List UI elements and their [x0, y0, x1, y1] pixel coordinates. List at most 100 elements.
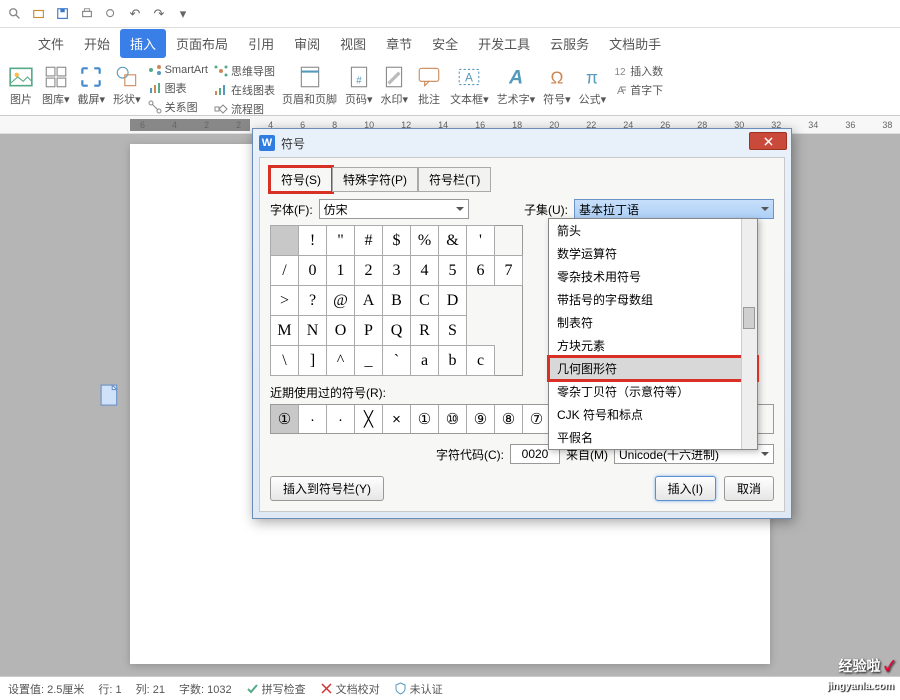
ribbon-insertnum[interactable]: 12插入数: [610, 62, 666, 80]
dialog-titlebar[interactable]: W 符号: [253, 129, 791, 157]
dropdown-item[interactable]: CJK 符号和标点: [549, 403, 757, 426]
ribbon-wordart[interactable]: A艺术字▾: [493, 62, 540, 109]
menu-chapter[interactable]: 章节: [376, 29, 422, 58]
symbol-cell[interactable]: 2: [355, 256, 383, 286]
status-wordcount[interactable]: 字数: 1032: [179, 681, 232, 697]
menu-insert[interactable]: 插入: [120, 29, 166, 58]
symbol-cell[interactable]: 6: [467, 256, 495, 286]
recent-symbol-cell[interactable]: ⑧: [495, 405, 523, 433]
symbol-cell[interactable]: S: [439, 316, 467, 346]
dropdown-item[interactable]: 零杂丁贝符（示意符等）: [549, 380, 757, 403]
dropdown-item[interactable]: 数学运算符: [549, 242, 757, 265]
symbol-cell[interactable]: ?: [299, 286, 327, 316]
symbol-cell[interactable]: N: [299, 316, 327, 346]
recent-symbol-cell[interactable]: ①: [271, 405, 299, 433]
symbol-cell[interactable]: a: [411, 346, 439, 376]
symbol-cell[interactable]: ": [327, 226, 355, 256]
symbol-cell[interactable]: Q: [383, 316, 411, 346]
symbol-cell[interactable]: !: [299, 226, 327, 256]
preview-icon[interactable]: [100, 3, 122, 25]
print-icon[interactable]: [76, 3, 98, 25]
recent-symbol-cell[interactable]: ·: [327, 405, 355, 433]
symbol-cell[interactable]: \: [271, 346, 299, 376]
status-setting[interactable]: 设置值: 2.5厘米: [8, 681, 84, 697]
ribbon-onlinechart[interactable]: 在线图表: [211, 81, 278, 99]
symbol-cell[interactable]: 0: [299, 256, 327, 286]
subset-combo[interactable]: 基本拉丁语: [574, 199, 774, 219]
dropdown-scrollbar[interactable]: [741, 219, 757, 449]
undo-icon[interactable]: ↶: [124, 3, 146, 25]
dropdown-item[interactable]: 带括号的字母数组: [549, 288, 757, 311]
tab-special-chars[interactable]: 特殊字符(P): [332, 167, 418, 192]
symbol-cell[interactable]: ': [467, 226, 495, 256]
menu-dochelper[interactable]: 文档助手: [599, 29, 671, 58]
symbol-cell[interactable]: %: [411, 226, 439, 256]
symbol-cell[interactable]: M: [271, 316, 299, 346]
menu-review[interactable]: 审阅: [284, 29, 330, 58]
symbol-cell[interactable]: A: [355, 286, 383, 316]
recent-symbol-cell[interactable]: ·: [299, 405, 327, 433]
dropdown-item[interactable]: 箭头: [549, 219, 757, 242]
dropdown-item[interactable]: 制表符: [549, 311, 757, 334]
recent-symbol-cell[interactable]: ⑨: [467, 405, 495, 433]
menu-layout[interactable]: 页面布局: [166, 29, 238, 58]
status-proofread[interactable]: 文档校对: [320, 681, 380, 697]
symbol-cell[interactable]: @: [327, 286, 355, 316]
symbol-cell[interactable]: 3: [383, 256, 411, 286]
dropdown-item[interactable]: 几何图形符: [549, 357, 757, 380]
ribbon-chart[interactable]: 图表: [145, 79, 211, 97]
close-button[interactable]: [749, 132, 787, 150]
symbol-cell[interactable]: _: [355, 346, 383, 376]
redo-icon[interactable]: ↷: [148, 3, 170, 25]
dropdown-item[interactable]: 零杂技术用符号: [549, 265, 757, 288]
symbol-cell[interactable]: 7: [495, 256, 523, 286]
ribbon-textbox[interactable]: A文本框▾: [446, 62, 493, 109]
open-icon[interactable]: [28, 3, 50, 25]
symbol-cell[interactable]: #: [355, 226, 383, 256]
ribbon-flowchart[interactable]: 流程图: [211, 100, 278, 116]
recent-symbol-cell[interactable]: ⑦: [523, 405, 551, 433]
ribbon-mindmap[interactable]: 思维导图: [211, 62, 278, 80]
status-row[interactable]: 行: 1: [98, 681, 121, 697]
symbol-cell[interactable]: b: [439, 346, 467, 376]
recent-symbol-cell[interactable]: ⑩: [439, 405, 467, 433]
symbol-cell[interactable]: ]: [299, 346, 327, 376]
ribbon-formula[interactable]: π公式▾: [575, 62, 611, 109]
symbol-cell[interactable]: P: [355, 316, 383, 346]
menu-file[interactable]: 文件: [28, 29, 74, 58]
ribbon-smartart[interactable]: SmartArt: [145, 62, 211, 78]
ribbon-screenshot[interactable]: 截屏▾: [74, 62, 110, 109]
symbol-cell[interactable]: /: [271, 256, 299, 286]
symbol-cell[interactable]: 5: [439, 256, 467, 286]
tab-symbols[interactable]: 符号(S): [270, 167, 332, 192]
ribbon-shapes[interactable]: 形状▾: [109, 62, 145, 109]
dropdown-item[interactable]: 平假名: [549, 426, 757, 449]
ribbon-gallery[interactable]: 图库▾: [38, 62, 74, 109]
symbol-cell[interactable]: >: [271, 286, 299, 316]
symbol-cell[interactable]: &: [439, 226, 467, 256]
recent-symbol-cell[interactable]: ╳: [355, 405, 383, 433]
symbol-cell[interactable]: $: [383, 226, 411, 256]
symbol-cell[interactable]: 4: [411, 256, 439, 286]
recent-symbol-cell[interactable]: ①: [411, 405, 439, 433]
status-auth[interactable]: 未认证: [394, 681, 443, 697]
symbol-cell[interactable]: [271, 226, 299, 256]
symbol-cell[interactable]: O: [327, 316, 355, 346]
scrollbar-thumb[interactable]: [743, 307, 755, 329]
symbol-cell[interactable]: C: [411, 286, 439, 316]
status-col[interactable]: 列: 21: [136, 681, 165, 697]
menu-references[interactable]: 引用: [238, 29, 284, 58]
cancel-button[interactable]: 取消: [724, 476, 774, 501]
save-icon[interactable]: [52, 3, 74, 25]
symbol-cell[interactable]: 1: [327, 256, 355, 286]
symbol-cell[interactable]: D: [439, 286, 467, 316]
ribbon-pagenum[interactable]: #页码▾: [341, 62, 377, 109]
dropdown-icon[interactable]: ▾: [172, 3, 194, 25]
menu-security[interactable]: 安全: [422, 29, 468, 58]
insert-to-bar-button[interactable]: 插入到符号栏(Y): [270, 476, 384, 501]
symbol-cell[interactable]: R: [411, 316, 439, 346]
recent-symbol-cell[interactable]: ×: [383, 405, 411, 433]
symbol-grid[interactable]: !"#$%&'/01234567>?@ABCDMNOPQRS\]^_`abc: [270, 225, 523, 376]
ribbon-picture[interactable]: 图片: [4, 62, 38, 109]
ribbon-watermark[interactable]: 水印▾: [377, 62, 413, 109]
